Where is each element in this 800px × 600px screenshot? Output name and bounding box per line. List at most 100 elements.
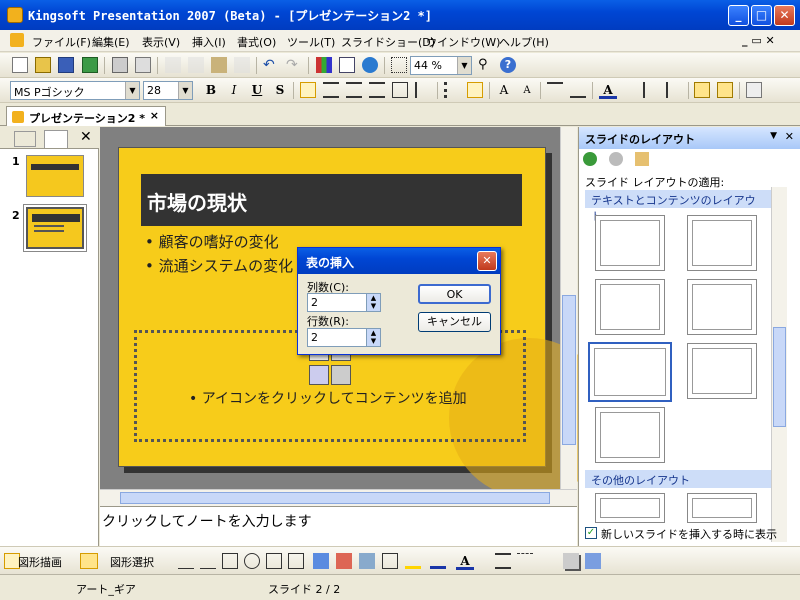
maximize-button[interactable]: □ <box>751 5 772 26</box>
format-painter-icon[interactable] <box>234 57 250 73</box>
layout-thumb-selected[interactable] <box>588 342 672 402</box>
align-left-icon[interactable] <box>300 82 316 98</box>
slide-thumb-1[interactable] <box>26 155 84 197</box>
slides-tab-icon[interactable] <box>44 130 68 148</box>
shadow-button[interactable]: S <box>271 82 289 99</box>
copy-format-icon[interactable] <box>165 57 181 73</box>
arrow-style-icon[interactable] <box>539 553 555 569</box>
menu-view[interactable]: 表示(V) <box>142 34 180 50</box>
justify-icon[interactable] <box>369 82 385 98</box>
layout-thumb[interactable] <box>595 407 665 463</box>
menu-edit[interactable]: 編集(E) <box>92 34 130 50</box>
table-icon[interactable] <box>339 57 355 73</box>
vertical-textbox-icon[interactable] <box>288 553 304 569</box>
undo-icon[interactable]: ↶ <box>263 57 279 73</box>
back-icon[interactable] <box>583 152 597 166</box>
underline-button[interactable]: U <box>248 82 266 99</box>
task-pane-scrollbar[interactable] <box>771 187 787 542</box>
zoom-select[interactable]: 44 % ▼ <box>410 56 472 75</box>
select-arrow-icon[interactable] <box>80 553 98 569</box>
vertical-scrollbar[interactable] <box>560 127 577 489</box>
distribute-icon[interactable] <box>392 82 408 98</box>
document-tab[interactable]: プレゼンテーション2 * × <box>6 106 166 126</box>
binoculars-icon[interactable]: ⚲ <box>478 57 494 73</box>
scroll-thumb[interactable] <box>120 492 550 504</box>
home-icon[interactable] <box>635 152 649 166</box>
forward-icon[interactable] <box>609 152 623 166</box>
ellipse-icon[interactable] <box>244 553 260 569</box>
bullet-1[interactable]: • 顧客の嗜好の変化 <box>145 231 279 252</box>
save-icon[interactable] <box>58 57 74 73</box>
clipart-insert-icon[interactable] <box>331 365 351 385</box>
notes-area[interactable]: クリックしてノートを入力します <box>100 506 577 546</box>
layout-thumb[interactable] <box>595 215 665 271</box>
print-preview-icon[interactable] <box>135 57 151 73</box>
bold-button[interactable]: B <box>202 82 220 99</box>
numbering-icon[interactable] <box>444 82 460 98</box>
layout-thumb[interactable] <box>595 279 665 335</box>
select-menu[interactable]: 図形選択 <box>110 554 154 570</box>
font-color-icon[interactable]: A <box>599 82 617 99</box>
mdi-controls[interactable]: _ ▭ ✕ <box>742 34 775 47</box>
layout-thumb[interactable] <box>687 343 757 399</box>
design-icon[interactable] <box>694 82 710 98</box>
panel-close-icon[interactable]: ✕ <box>80 129 92 145</box>
fill-color-icon[interactable] <box>405 553 421 569</box>
outline-tab-icon[interactable] <box>14 131 36 147</box>
show-layout-checkbox[interactable]: ✓ <box>585 527 597 539</box>
close-button[interactable]: ✕ <box>774 5 795 26</box>
line-style-icon[interactable] <box>495 553 511 569</box>
rows-input[interactable]: 2 ▲ ▼ <box>307 328 381 347</box>
new-icon[interactable] <box>12 57 28 73</box>
line-spacing-2-icon[interactable] <box>643 82 659 98</box>
columns-input[interactable]: 2 ▲ ▼ <box>307 293 381 312</box>
text-color-icon[interactable]: A <box>456 553 474 570</box>
bullets-icon[interactable] <box>467 82 483 98</box>
hyperlink-icon[interactable] <box>362 57 378 73</box>
menu-help[interactable]: ヘルプ(H) <box>499 34 549 50</box>
line-spacing-icon[interactable] <box>415 82 431 98</box>
dialog-close-button[interactable]: ✕ <box>477 251 497 271</box>
slide-title[interactable]: 市場の現状 <box>141 174 522 226</box>
layout-thumb[interactable] <box>687 493 757 523</box>
open-icon[interactable] <box>35 57 51 73</box>
menu-tools[interactable]: ツール(T) <box>287 34 335 50</box>
dash-style-icon[interactable] <box>517 553 533 569</box>
layout-thumb[interactable] <box>687 215 757 271</box>
media-icon[interactable] <box>382 553 398 569</box>
slide-thumb-2[interactable] <box>23 204 87 252</box>
chart-icon[interactable] <box>316 57 332 73</box>
decrease-font-icon[interactable]: A <box>518 82 536 99</box>
spinner-icon[interactable]: ▲ ▼ <box>366 329 380 346</box>
layout-thumb[interactable] <box>687 279 757 335</box>
bullet-2[interactable]: • 流通システムの変化 <box>145 255 293 276</box>
picture-insert-icon[interactable] <box>309 365 329 385</box>
export-icon[interactable] <box>82 57 98 73</box>
textbox-icon[interactable] <box>266 553 282 569</box>
draw-menu[interactable]: 図形描画 <box>18 554 62 570</box>
grid-icon[interactable] <box>391 57 407 73</box>
tab-close-icon[interactable]: × <box>150 109 159 122</box>
scroll-thumb[interactable] <box>773 327 786 427</box>
chevron-down-icon[interactable]: ▼ <box>770 131 777 141</box>
wordart-icon[interactable] <box>313 553 329 569</box>
ok-button[interactable]: OK <box>418 284 491 304</box>
line-icon[interactable] <box>178 553 194 569</box>
horizontal-scrollbar[interactable] <box>100 489 577 506</box>
picture-icon[interactable] <box>359 553 375 569</box>
increase-indent-icon[interactable] <box>570 82 586 98</box>
rectangle-icon[interactable] <box>222 553 238 569</box>
menu-window[interactable]: ウインドウ(W) <box>426 34 500 50</box>
help-icon[interactable]: ? <box>500 57 516 73</box>
3d-style-icon[interactable] <box>585 553 601 569</box>
spinner-icon[interactable]: ▲ ▼ <box>366 294 380 311</box>
font-select[interactable]: MS Pゴシック ▼ <box>10 81 140 100</box>
scroll-thumb[interactable] <box>562 295 576 445</box>
paste-icon[interactable] <box>211 57 227 73</box>
task-pane-close-icon[interactable]: ✕ <box>785 130 794 143</box>
slide-layout-icon[interactable] <box>746 82 762 98</box>
increase-font-icon[interactable]: A <box>495 82 513 99</box>
new-slide-icon[interactable] <box>717 82 733 98</box>
cut-icon[interactable] <box>188 57 204 73</box>
menu-insert[interactable]: 挿入(I) <box>192 34 226 50</box>
